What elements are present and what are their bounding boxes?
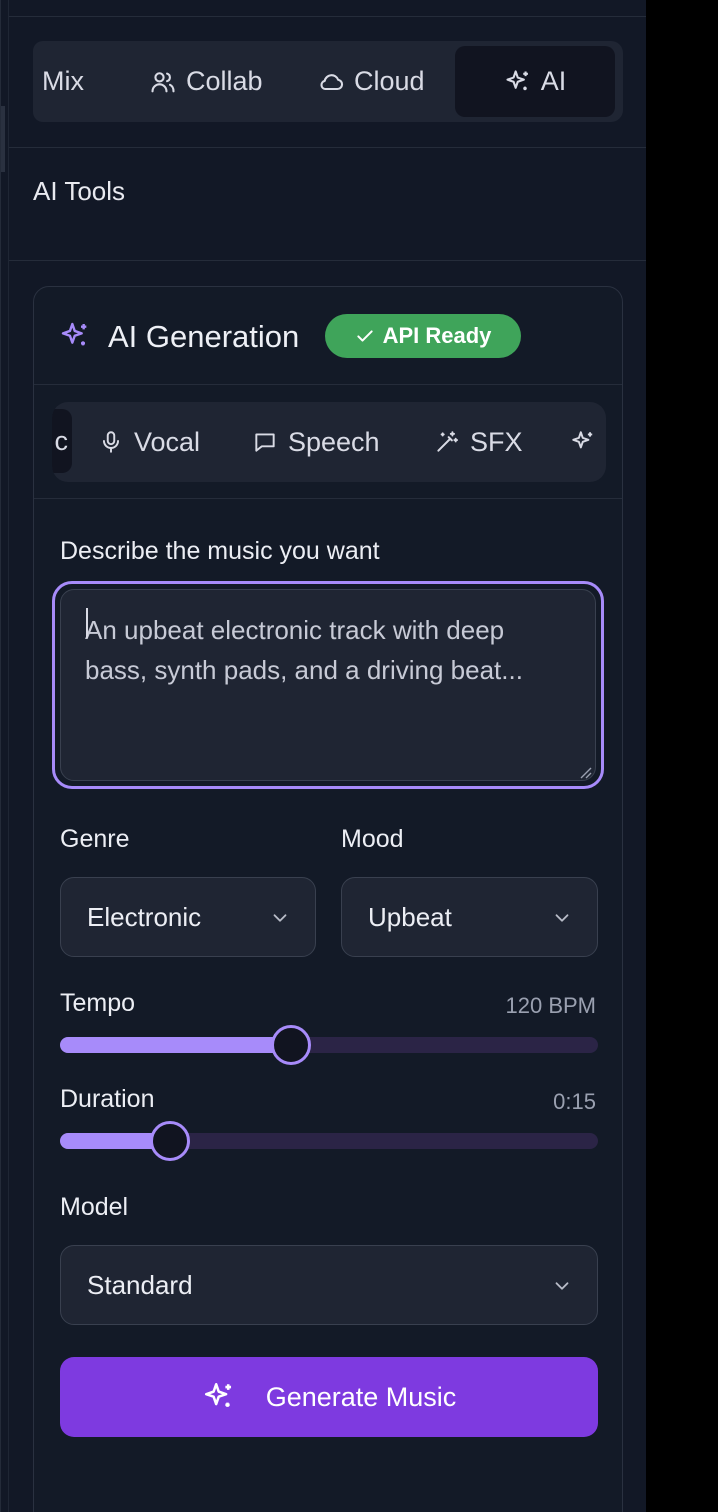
- divider: [9, 260, 646, 261]
- subtab-label: c: [54, 425, 69, 456]
- cloud-icon: [320, 73, 344, 90]
- speech-bubble-icon: [255, 433, 275, 452]
- subtab-label: Speech: [288, 426, 380, 457]
- slider-thumb[interactable]: [150, 1121, 191, 1161]
- generate-button-label: Generate Music: [265, 1381, 457, 1412]
- text-caret: [86, 608, 88, 638]
- subtab-music[interactable]: c: [52, 409, 72, 473]
- generate-music-button[interactable]: Generate Music: [60, 1357, 598, 1437]
- section-title: AI Tools: [33, 176, 126, 206]
- model-select[interactable]: Standard: [60, 1245, 598, 1325]
- panel-edge: [8, 0, 9, 1512]
- generation-type-tabs: c Vocal Speech SFX E: [52, 402, 606, 482]
- slider-fill: [60, 1037, 292, 1053]
- chevron-down-icon: [273, 914, 287, 922]
- subtab-vocal[interactable]: Vocal: [98, 402, 200, 482]
- tempo-label: Tempo: [60, 989, 136, 1017]
- ai-panel: Mix Collab Cloud AI AI Tools AI Generati…: [0, 0, 646, 1512]
- tab-label: Cloud: [354, 66, 425, 96]
- duration-value: 0:15: [553, 1089, 596, 1114]
- model-value: Standard: [87, 1269, 193, 1300]
- card-header: AI Generation API Ready: [34, 287, 622, 385]
- chevron-down-icon: [555, 1282, 569, 1290]
- subtab-edit[interactable]: E: [570, 402, 606, 482]
- subtab-sfx[interactable]: SFX: [434, 402, 523, 482]
- tab-ai[interactable]: AI: [455, 46, 615, 117]
- resize-handle[interactable]: [1, 106, 5, 172]
- divider: [9, 147, 646, 148]
- tab-mix[interactable]: Mix: [42, 41, 84, 122]
- tab-label: AI: [540, 66, 567, 96]
- wand-icon: [437, 431, 459, 452]
- mood-label: Mood: [341, 825, 404, 853]
- genre-label: Genre: [60, 825, 130, 853]
- resize-grip-icon[interactable]: [578, 765, 592, 779]
- genre-value: Electronic: [87, 901, 202, 932]
- sparkles-icon: [61, 322, 87, 346]
- tab-collab[interactable]: Collab: [149, 41, 263, 122]
- users-icon: [151, 71, 175, 92]
- sparkles-icon: [506, 69, 528, 90]
- genre-select[interactable]: Electronic: [60, 877, 316, 957]
- sparkles-icon: [572, 431, 593, 449]
- check-icon: [356, 330, 373, 342]
- description-input[interactable]: [60, 589, 596, 781]
- tab-label: Mix: [42, 66, 84, 96]
- model-label: Model: [60, 1193, 129, 1221]
- slider-thumb[interactable]: [271, 1025, 312, 1065]
- mood-select[interactable]: Upbeat: [341, 877, 598, 957]
- description-label: Describe the music you want: [60, 537, 380, 565]
- subtab-speech[interactable]: Speech: [252, 402, 380, 482]
- tab-cloud[interactable]: Cloud: [317, 41, 425, 122]
- status-badge: API Ready: [325, 314, 521, 358]
- microphone-icon: [102, 431, 120, 453]
- description-field-focus-ring: [52, 581, 604, 789]
- status-badge-label: API Ready: [382, 323, 492, 348]
- tempo-value: 120 BPM: [505, 993, 597, 1018]
- sparkles-icon: [204, 1382, 231, 1407]
- chevron-down-icon: [555, 914, 569, 922]
- generation-type-bar: c Vocal Speech SFX E: [34, 385, 622, 499]
- subtab-label: Vocal: [134, 426, 201, 457]
- divider: [9, 16, 646, 17]
- main-tab-bar: Mix Collab Cloud AI: [33, 41, 623, 122]
- tab-label: Collab: [186, 66, 263, 96]
- mood-value: Upbeat: [368, 901, 452, 932]
- card-title: AI Generation: [108, 319, 300, 354]
- ai-generation-card: AI Generation API Ready c Vocal Speech S…: [33, 286, 623, 1512]
- tempo-slider[interactable]: [60, 1025, 598, 1065]
- subtab-label: SFX: [470, 426, 523, 457]
- duration-slider[interactable]: [60, 1121, 598, 1161]
- duration-label: Duration: [60, 1085, 155, 1113]
